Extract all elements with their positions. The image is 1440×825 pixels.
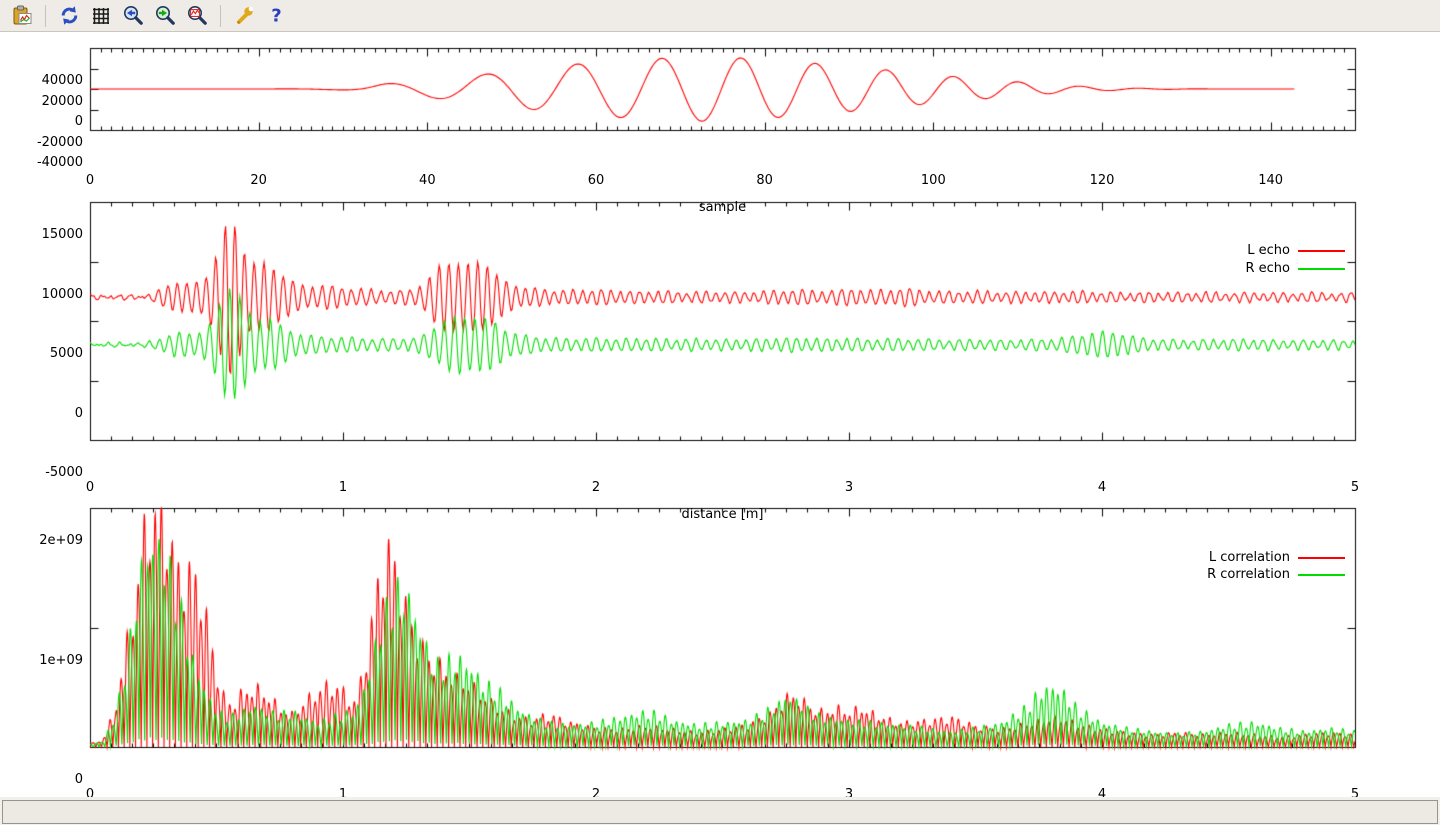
legend-line-swatch [1298, 557, 1345, 559]
replot-button[interactable] [55, 2, 83, 30]
x-tick-label: 80 [730, 173, 800, 189]
x-tick-label: 0 [55, 173, 125, 189]
x-tick-label: 5 [1320, 480, 1390, 496]
x-tick-label: 2 [561, 480, 631, 496]
zoom-next-icon [155, 5, 176, 26]
y-tick-label: 5000 [13, 346, 83, 362]
help-button[interactable]: ? [262, 2, 290, 30]
toolbar: ? [0, 0, 1440, 32]
clipboard-chart-icon [12, 5, 33, 26]
x-tick-label: 20 [224, 173, 294, 189]
x-tick-label: 140 [1236, 173, 1306, 189]
x-tick-label: 40 [392, 173, 462, 189]
legend-line-swatch [1298, 268, 1345, 270]
toolbar-separator [45, 5, 46, 27]
zoom-autoscale-icon [187, 5, 208, 26]
y-tick-label: -20000 [13, 135, 83, 151]
x-tick-label: 4 [1067, 480, 1137, 496]
help-icon: ? [266, 5, 287, 26]
x-tick-label: 1 [308, 480, 378, 496]
x-tick-label: 60 [561, 173, 631, 189]
legend-label: L echo [1130, 243, 1290, 259]
autoscale-button[interactable] [183, 2, 211, 30]
status-bar [0, 797, 1440, 825]
copy-to-clipboard-button[interactable] [8, 2, 36, 30]
help-glyph: ? [271, 6, 281, 27]
legend-label: R correlation [1130, 567, 1290, 583]
y-tick-label: 40000 [13, 73, 83, 89]
wrench-icon [234, 5, 255, 26]
y-tick-label: 0 [13, 114, 83, 130]
y-tick-label: 1e+09 [13, 653, 83, 669]
grid-icon [91, 6, 111, 26]
y-tick-label: 20000 [13, 94, 83, 110]
legend-line-swatch [1298, 250, 1345, 252]
plot-area: -40000-200000200004000002040608010012014… [0, 33, 1440, 797]
y-tick-label: 0 [13, 406, 83, 422]
legend-label: R echo [1130, 261, 1290, 277]
toggle-grid-button[interactable] [87, 2, 115, 30]
plot-canvas[interactable] [0, 33, 1440, 797]
x-tick-label: 100 [898, 173, 968, 189]
configure-button[interactable] [230, 2, 258, 30]
status-field [2, 800, 1438, 824]
zoom-next-button[interactable] [151, 2, 179, 30]
legend-label: L correlation [1130, 550, 1290, 566]
y-tick-label: 10000 [13, 287, 83, 303]
y-tick-label: -5000 [13, 465, 83, 481]
y-tick-label: 0 [13, 772, 83, 788]
x-axis-label: distance [m] [643, 507, 803, 523]
x-axis-label: sample [643, 200, 803, 216]
y-tick-label: 15000 [13, 227, 83, 243]
y-tick-label: 2e+09 [13, 533, 83, 549]
x-tick-label: 120 [1067, 173, 1137, 189]
zoom-previous-icon [123, 5, 144, 26]
gnuplot-window: { "toolbar": { "help_glyph": "?", "butto… [0, 0, 1440, 825]
x-tick-label: 3 [814, 480, 884, 496]
legend-line-swatch [1298, 574, 1345, 576]
toolbar-separator [220, 5, 221, 27]
zoom-previous-button[interactable] [119, 2, 147, 30]
y-tick-label: -40000 [13, 155, 83, 171]
refresh-icon [59, 5, 80, 26]
x-tick-label: 0 [55, 480, 125, 496]
